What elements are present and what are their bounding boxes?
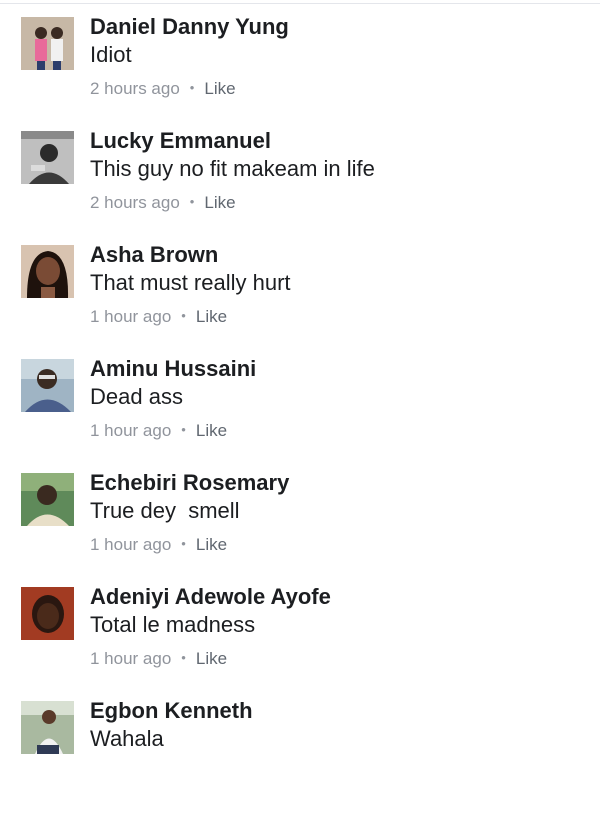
comment-author[interactable]: Asha Brown xyxy=(90,242,218,268)
comment-author[interactable]: Aminu Hussaini xyxy=(90,356,256,382)
comment-text: True dey smell xyxy=(90,498,240,523)
comment-item: Echebiri Rosemary True dey smell 1 hour … xyxy=(0,470,600,587)
comment-meta: 1 hour ago • Like xyxy=(90,649,227,669)
like-link[interactable]: Like xyxy=(196,535,227,554)
comment-timestamp: 2 hours ago xyxy=(90,193,180,212)
comment-meta: 1 hour ago • Like xyxy=(90,307,227,327)
comment-item: Lucky Emmanuel This guy no fit makeam in… xyxy=(0,128,600,245)
avatar[interactable] xyxy=(21,473,74,526)
avatar-photo xyxy=(21,359,74,412)
like-link[interactable]: Like xyxy=(204,193,235,212)
avatar-photo xyxy=(21,131,74,184)
comment-timestamp: 1 hour ago xyxy=(90,307,172,326)
comment-author[interactable]: Lucky Emmanuel xyxy=(90,128,271,154)
comment-timestamp: 1 hour ago xyxy=(90,535,172,554)
comment-author[interactable]: Daniel Danny Yung xyxy=(90,14,289,40)
comment-meta: 2 hours ago • Like xyxy=(90,79,236,99)
comment-text: This guy no fit makeam in life xyxy=(90,156,375,181)
comment-author[interactable]: Echebiri Rosemary xyxy=(90,470,289,496)
comment-item: Asha Brown That must really hurt 1 hour … xyxy=(0,242,600,359)
avatar-photo xyxy=(21,473,74,526)
avatar[interactable] xyxy=(21,245,74,298)
like-link[interactable]: Like xyxy=(196,307,227,326)
separator-dot: • xyxy=(189,80,195,95)
avatar[interactable] xyxy=(21,701,74,754)
avatar[interactable] xyxy=(21,131,74,184)
comment-meta: 1 hour ago • Like xyxy=(90,421,227,441)
comment-timestamp: 1 hour ago xyxy=(90,421,172,440)
separator-dot: • xyxy=(181,422,186,437)
avatar[interactable] xyxy=(21,17,74,70)
avatar-photo xyxy=(21,17,74,70)
comment-text: Total le madness xyxy=(90,612,256,637)
comment-item: Daniel Danny Yung Idiot 2 hours ago • Like xyxy=(0,14,600,131)
avatar-photo xyxy=(21,245,74,298)
comment-item: Adeniyi Adewole Ayofe Total le madness 1… xyxy=(0,584,600,701)
avatar-photo xyxy=(21,701,74,754)
comment-timestamp: 2 hours ago xyxy=(90,79,180,98)
avatar[interactable] xyxy=(21,359,74,412)
comment-item: Aminu Hussaini Dead ass 1 hour ago • Like xyxy=(0,356,600,473)
avatar-photo xyxy=(21,587,74,640)
top-divider xyxy=(0,3,600,4)
like-link[interactable]: Like xyxy=(196,649,227,668)
separator-dot: • xyxy=(181,308,186,323)
like-link[interactable]: Like xyxy=(196,421,227,440)
comment-timestamp: 1 hour ago xyxy=(90,649,172,668)
separator-dot: • xyxy=(181,650,186,665)
comment-text: Dead ass xyxy=(90,384,183,409)
comment-text: Wahala xyxy=(90,726,164,751)
separator-dot: • xyxy=(181,536,186,551)
comment-item: Egbon Kenneth Wahala xyxy=(0,698,600,815)
comment-text: Idiot xyxy=(90,42,132,67)
comment-text: That must really hurt xyxy=(90,270,291,295)
comment-author[interactable]: Adeniyi Adewole Ayofe xyxy=(90,584,331,610)
comment-meta: 1 hour ago • Like xyxy=(90,535,227,555)
comment-author[interactable]: Egbon Kenneth xyxy=(90,698,253,724)
like-link[interactable]: Like xyxy=(204,79,235,98)
separator-dot: • xyxy=(189,194,195,209)
comment-meta: 2 hours ago • Like xyxy=(90,193,236,213)
avatar[interactable] xyxy=(21,587,74,640)
